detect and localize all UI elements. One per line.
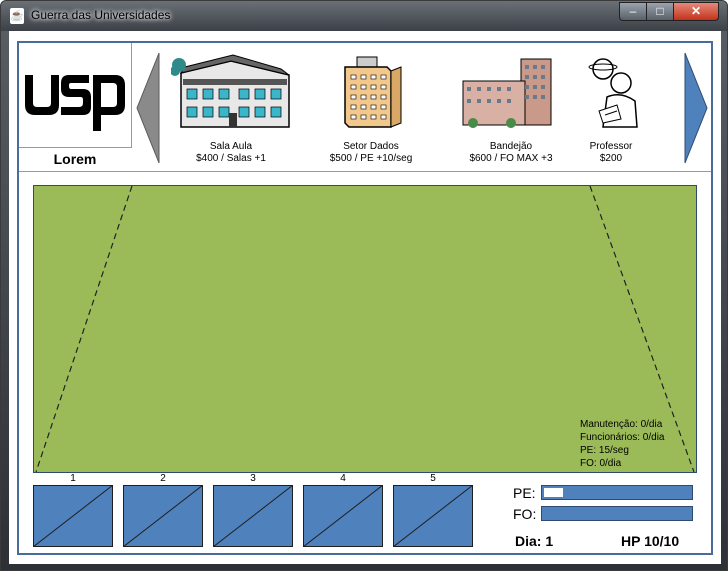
shop-item-professor[interactable]: Professor $200 (541, 43, 681, 169)
shop-item-price: $500 / PE +10/seg (329, 153, 413, 164)
pe-bar-label: PE: (513, 485, 536, 501)
empty-slot-icon (32, 484, 114, 548)
shop-panel: Lorem Sala Aula $400 / Salas +1 Setor Da… (19, 43, 711, 172)
pe-bar (541, 485, 693, 500)
empty-slot-icon (122, 484, 204, 548)
employees-stat: Funcionários: 0/dia (580, 432, 665, 443)
shop-item-sala-aula[interactable]: Sala Aula $400 / Salas +1 (161, 43, 301, 169)
slot-number: 5 (430, 473, 436, 484)
hp-counter: HP 10/10 (621, 533, 680, 549)
maintenance-stat: Manutenção: 0/dia (580, 419, 663, 430)
unit-slot-3[interactable]: 3 (212, 474, 294, 548)
fo-bar-label: FO: (513, 506, 537, 522)
shop-item-price: $400 / Salas +1 (196, 153, 266, 164)
scroll-left-arrow-icon[interactable] (135, 51, 161, 165)
game-frame: Lorem Sala Aula $400 / Salas +1 Setor Da… (17, 41, 713, 555)
app-window: ☕ Guerra das Universidades – □ ✕ Lorem S… (0, 0, 728, 571)
data-sector-building-icon (344, 56, 402, 128)
unit-slot-4[interactable]: 4 (302, 474, 384, 548)
pe-stat: PE: 15/seg (580, 445, 629, 456)
scroll-right-arrow-icon[interactable] (683, 51, 709, 165)
empty-slot-icon (302, 484, 384, 548)
unit-slot-1[interactable]: 1 (32, 474, 114, 548)
slot-number: 2 (160, 473, 166, 484)
slot-number: 3 (250, 473, 256, 484)
pe-bar-fill (544, 488, 563, 497)
game-client-area: Lorem Sala Aula $400 / Salas +1 Setor Da… (9, 31, 721, 564)
title-bar[interactable]: ☕ Guerra das Universidades – □ ✕ (1, 1, 727, 31)
usp-logo-icon (25, 75, 125, 131)
battle-field[interactable]: Manutenção: 0/dia Funcionários: 0/dia PE… (33, 185, 697, 473)
slot-number: 4 (340, 473, 346, 484)
shop-item-name: Setor Dados (343, 141, 399, 152)
left-lane-line (35, 186, 133, 472)
player-name: Lorem (53, 151, 97, 167)
slot-number: 1 (70, 473, 76, 484)
unit-slot-5[interactable]: 5 (392, 474, 474, 548)
university-logo (19, 43, 132, 148)
shop-item-setor-dados[interactable]: Setor Dados $500 / PE +10/seg (301, 43, 441, 169)
maximize-button[interactable]: □ (646, 2, 674, 21)
unit-slot-2[interactable]: 2 (122, 474, 204, 548)
close-button[interactable]: ✕ (673, 2, 719, 21)
shop-item-name: Sala Aula (209, 141, 253, 152)
shop-item-name: Professor (589, 141, 633, 152)
window-title: Guerra das Universidades (31, 8, 171, 22)
empty-slot-icon (392, 484, 474, 548)
empty-slot-icon (212, 484, 294, 548)
shop-item-price: $200 (599, 153, 623, 164)
fo-stat: FO: 0/dia (580, 458, 622, 469)
fo-bar (541, 506, 693, 521)
day-counter: Dia: 1 (515, 533, 554, 549)
classroom-building-icon (171, 54, 290, 128)
professor-icon (588, 58, 638, 128)
minimize-button[interactable]: – (619, 2, 647, 21)
stats-panel: Manutenção: 0/dia Funcionários: 0/dia PE… (580, 418, 665, 470)
java-cup-icon: ☕ (10, 8, 24, 24)
